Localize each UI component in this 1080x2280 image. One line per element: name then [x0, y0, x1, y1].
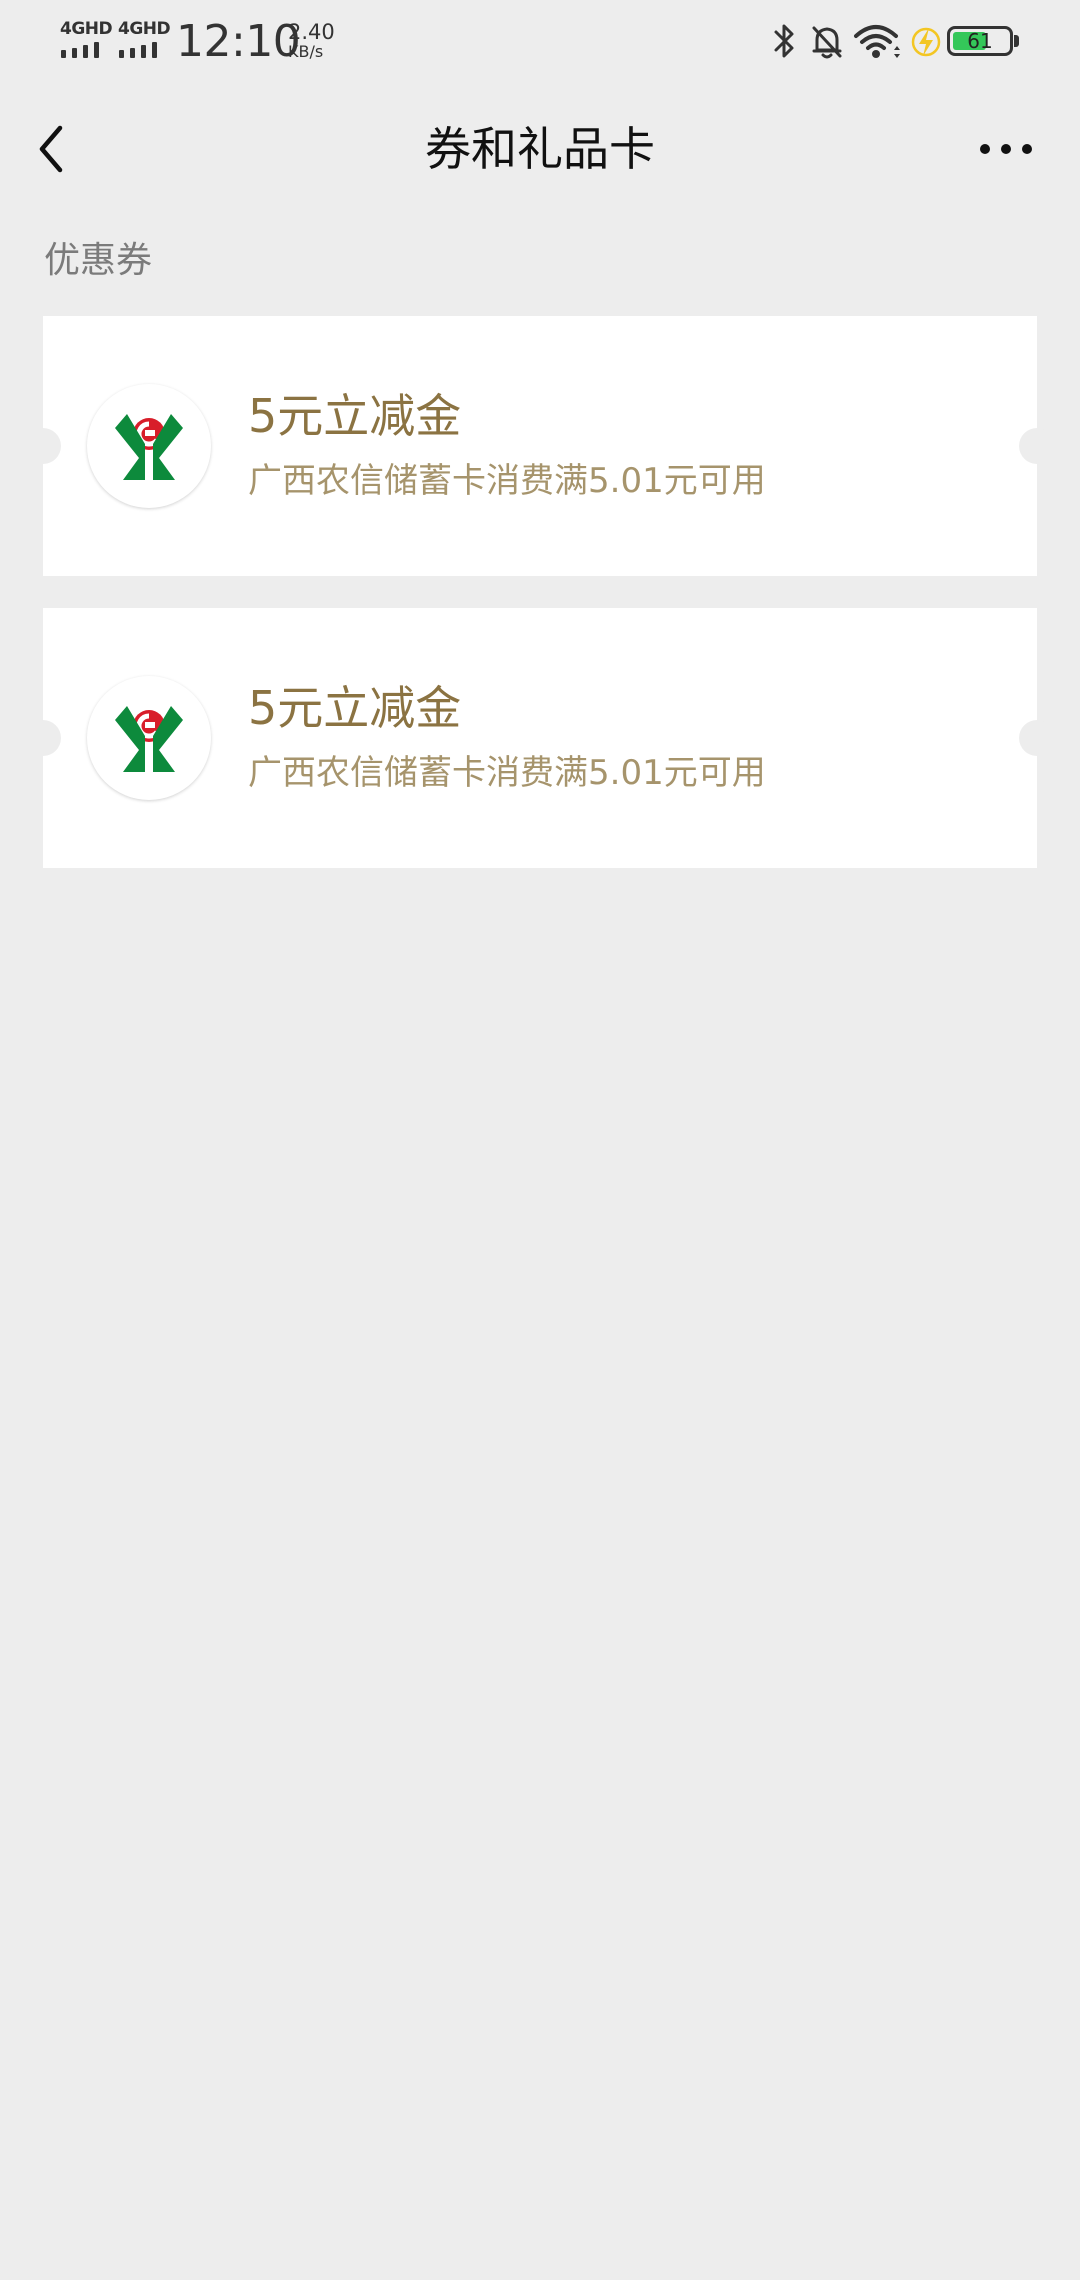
chevron-left-icon: [39, 125, 63, 173]
bluetooth-icon: [774, 24, 794, 58]
status-bar: 4GHD 4GHD 12:10 2.40 KB/s 61: [0, 0, 1080, 84]
battery-level: 61: [967, 29, 993, 53]
coupon-card[interactable]: 5元立减金 广西农信储蓄卡消费满5.01元可用: [25, 608, 1055, 868]
more-dots-icon: [1001, 144, 1011, 154]
section-label-coupons: 优惠券: [44, 240, 153, 281]
more-dots-icon: [980, 144, 990, 154]
network-type-label-1: 4GHD: [60, 19, 113, 39]
card-notch: [1019, 428, 1055, 464]
coupon-title: 5元立减金: [248, 389, 462, 443]
signal-1: 4GHD: [60, 19, 113, 60]
coupon-description: 广西农信储蓄卡消费满5.01元可用: [248, 461, 766, 501]
coupon-title: 5元立减金: [248, 681, 462, 735]
coupon-card[interactable]: 5元立减金 广西农信储蓄卡消费满5.01元可用: [25, 316, 1055, 576]
battery-icon: 61: [947, 26, 1013, 56]
page-title: 券和礼品卡: [425, 122, 655, 176]
battery-tip: [1014, 35, 1019, 47]
card-notch: [25, 428, 61, 464]
signal-bars-icon: [119, 42, 157, 58]
network-speed: 2.40 KB/s: [288, 22, 348, 61]
coupon-description: 广西农信储蓄卡消费满5.01元可用: [248, 753, 766, 793]
bank-logo-icon: [87, 384, 211, 508]
signal-2: 4GHD: [118, 19, 171, 60]
charging-bolt-icon: [911, 27, 941, 57]
mute-bell-icon: [812, 26, 842, 59]
network-speed-unit: KB/s: [288, 42, 324, 61]
card-notch: [25, 720, 61, 756]
bank-logo-icon: [87, 676, 211, 800]
signal-bars-icon: [61, 42, 99, 58]
coupon-list: 5元立减金 广西农信储蓄卡消费满5.01元可用 5元立减金 广西农信储蓄卡消费满…: [25, 316, 1055, 900]
card-notch: [1019, 720, 1055, 756]
wifi-icon: [854, 25, 900, 58]
more-button[interactable]: [966, 124, 1046, 174]
back-button[interactable]: [30, 114, 90, 184]
network-type-label-2: 4GHD: [118, 19, 171, 39]
network-speed-value: 2.40: [288, 20, 335, 44]
nav-bar: 券和礼品卡: [0, 84, 1080, 214]
clock-time: 12:10: [176, 16, 301, 67]
more-dots-icon: [1022, 144, 1032, 154]
